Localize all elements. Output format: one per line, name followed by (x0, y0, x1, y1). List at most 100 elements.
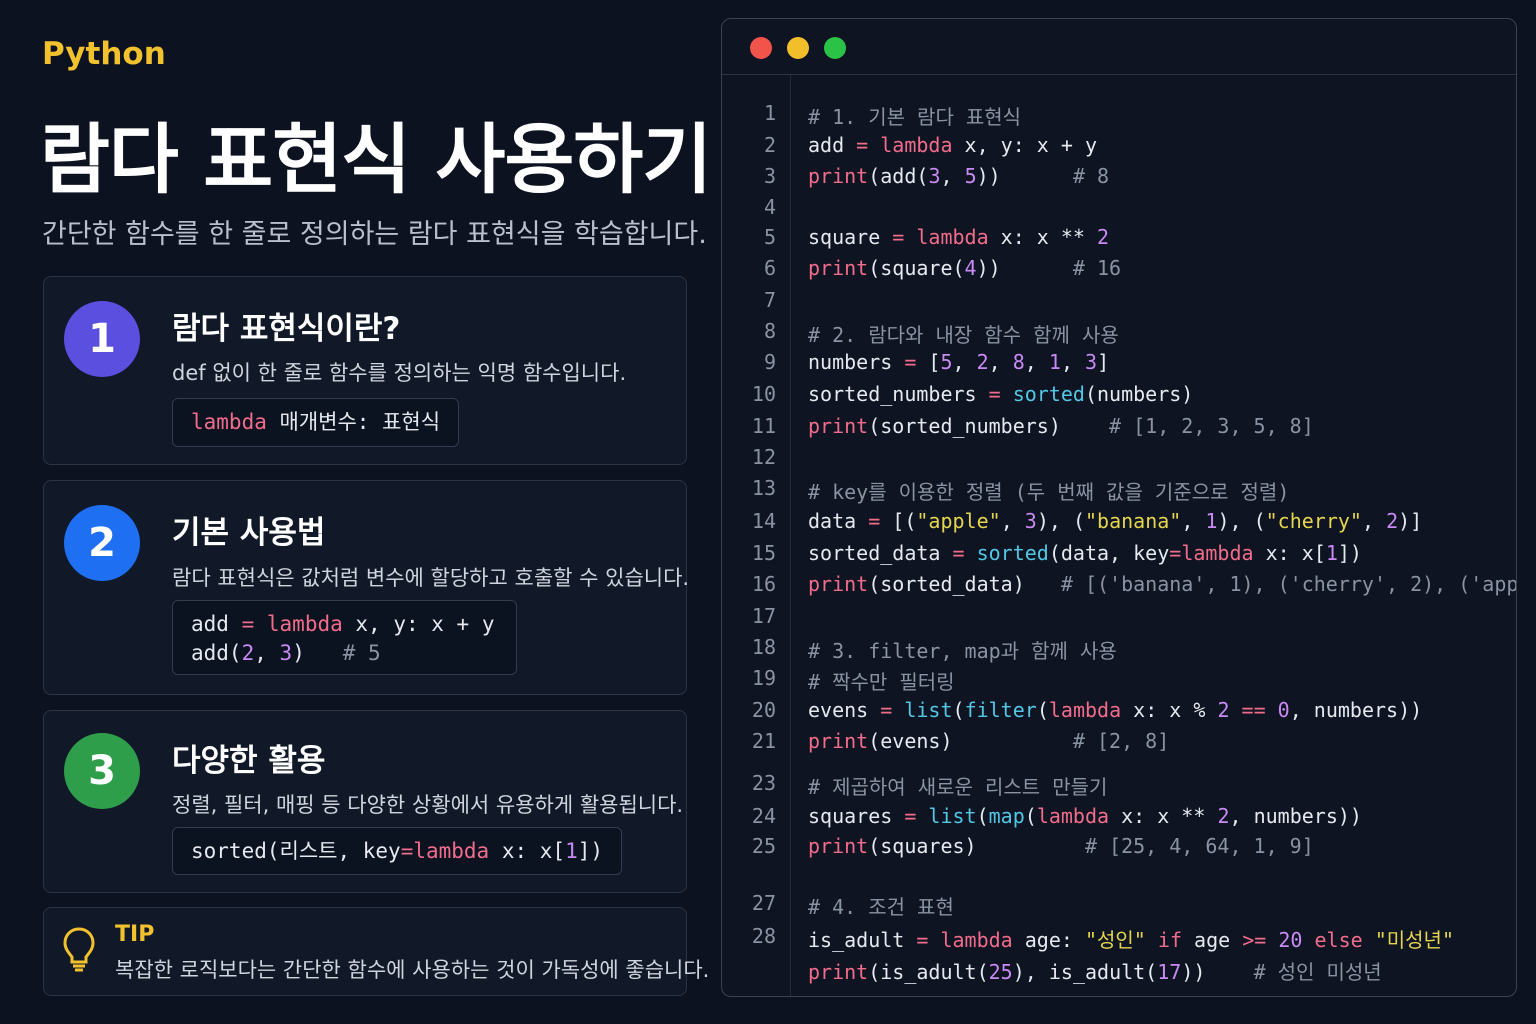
line-number: 20 (751, 698, 776, 722)
code-token: print (808, 256, 869, 280)
code-token: 2 (241, 641, 255, 665)
code-token: if (1157, 928, 1182, 952)
code-line[interactable]: print(sorted_data) # [('banana', 1), ('c… (808, 572, 1516, 596)
card-various-uses: 3 다양한 활용 정렬, 필터, 매핑 등 다양한 상황에서 유용하게 활용됩니… (43, 710, 687, 893)
line-number: 18 (751, 635, 776, 659)
code-token: 3 (1024, 509, 1037, 533)
code-token: 2 (1217, 698, 1230, 722)
line-number: 25 (751, 834, 776, 858)
code-token: add( (191, 641, 242, 665)
code-token: 2 (976, 350, 989, 374)
line-number: 13 (751, 476, 776, 500)
code-line[interactable]: # 2. 람다와 내장 함수 함께 사용 (808, 319, 1119, 348)
code-token: (evens) (868, 729, 1073, 753)
code-token: lambda (1036, 804, 1110, 828)
minimize-window-button[interactable] (787, 37, 809, 59)
code-token: lambda (191, 410, 267, 434)
code-line[interactable]: # 1. 기본 람다 표현식 (808, 101, 1021, 130)
code-token: 25 (988, 960, 1013, 984)
code-line[interactable]: print(is_adult(25), is_adult(17)) # 성인 미… (808, 956, 1382, 985)
code-token: # 1. 기본 람다 표현식 (808, 105, 1022, 129)
code-token: ), is_adult( (1012, 960, 1158, 984)
code-token: lambda (1048, 698, 1122, 722)
code-token: = (904, 350, 917, 374)
code-token: filter (964, 698, 1037, 722)
code-token: = (241, 612, 255, 636)
code-token: ]) (1337, 541, 1362, 565)
code-token: x: x[ (489, 839, 566, 863)
code-token: lambda (413, 839, 490, 863)
code-line[interactable]: # 3. filter, map과 함께 사용 (808, 635, 1117, 664)
code-snippet: add = lambda x, y: x + y add(2, 3) # 5 (172, 600, 517, 675)
code-token: # 16 (1072, 256, 1122, 280)
code-token: # 4. 조건 표현 (808, 895, 954, 919)
code-token: age: (1012, 928, 1085, 952)
code-line[interactable]: # 짝수만 필터링 (808, 666, 955, 695)
code-token: = (892, 225, 905, 249)
window-titlebar (722, 19, 1516, 75)
code-token: 4 (964, 256, 977, 280)
code-line[interactable]: print(add(3, 5)) # 8 (808, 164, 1109, 188)
code-token: 3 (928, 164, 941, 188)
code-token: == (1241, 698, 1266, 722)
code-token: x: x % (1121, 698, 1218, 722)
code-line[interactable]: # 4. 조건 표현 (808, 891, 954, 920)
card-title: 다양한 활용 (172, 743, 326, 779)
code-line[interactable]: is_adult = lambda age: "성인" if age >= 20… (808, 924, 1454, 953)
code-token: add (191, 612, 242, 636)
gutter-divider (790, 75, 791, 996)
code-snippet: sorted(리스트, key=lambda x: x[1]) (172, 827, 623, 875)
close-window-button[interactable] (750, 37, 772, 59)
code-token: 3 (279, 641, 293, 665)
code-token: sorted(리스트, key (191, 839, 401, 863)
code-token: (is_adult( (868, 960, 989, 984)
code-line[interactable]: print(squares) # [25, 4, 64, 1, 9] (808, 834, 1314, 858)
code-token: , (1361, 509, 1387, 533)
code-token: numbers (808, 350, 905, 374)
code-token: ]) (577, 839, 604, 863)
maximize-window-button[interactable] (824, 37, 846, 59)
code-token: 5 (940, 350, 953, 374)
code-token: print (808, 414, 869, 438)
line-number: 17 (751, 604, 776, 628)
code-token: x: x ** (988, 225, 1098, 249)
code-line[interactable]: # key를 이용한 정렬 (두 번째 값을 기준으로 정렬) (808, 476, 1289, 505)
code-line[interactable]: data = [("apple", 3), ("banana", 1), ("c… (808, 509, 1422, 533)
code-token: (data, key (1048, 541, 1170, 565)
tip-text: 복잡한 로직보다는 간단한 함수에 사용하는 것이 가독성에 좋습니다. (115, 958, 710, 982)
code-line[interactable]: print(square(4)) # 16 (808, 256, 1121, 280)
line-number: 11 (751, 414, 776, 438)
code-line[interactable]: add = lambda x, y: x + y (808, 133, 1097, 157)
code-token: = (1169, 541, 1182, 565)
code-token: 8 (1012, 350, 1025, 374)
code-line[interactable]: sorted_data = sorted(data, key=lambda x:… (808, 541, 1362, 565)
code-token: (sorted_data) (868, 572, 1061, 596)
code-token: "apple" (916, 509, 1001, 533)
language-tag: Python (42, 36, 166, 72)
page-subtitle: 간단한 함수를 한 줄로 정의하는 람다 표현식을 학습합니다. (42, 219, 707, 250)
code-token: = (868, 509, 881, 533)
code-line[interactable]: sorted_numbers = sorted(numbers) (808, 382, 1193, 406)
code-line[interactable]: print(sorted_numbers) # [1, 2, 3, 5, 8] (808, 414, 1314, 438)
code-token: age (1182, 928, 1243, 952)
code-line[interactable]: print(evens) # [2, 8] (808, 729, 1169, 753)
code-token: # 8 (1072, 164, 1110, 188)
code-line[interactable]: # 제곱하여 새로운 리스트 만들기 (808, 771, 1107, 800)
line-number: 23 (751, 771, 776, 795)
code-line[interactable]: square = lambda x: x ** 2 (808, 225, 1109, 249)
code-token: ] (1097, 350, 1110, 374)
code-token: add (808, 133, 857, 157)
code-token: (add( (868, 164, 929, 188)
line-number: 16 (751, 572, 776, 596)
code-token: = (952, 541, 965, 565)
code-token: , (1024, 350, 1049, 374)
code-line[interactable]: evens = list(filter(lambda x: x % 2 == 0… (808, 698, 1422, 722)
code-token: = (880, 698, 893, 722)
code-token: # [1, 2, 3, 5, 8] (1109, 414, 1314, 438)
code-line[interactable]: squares = list(map(lambda x: x ** 2, num… (808, 804, 1362, 828)
code-line[interactable]: numbers = [5, 2, 8, 1, 3] (808, 350, 1109, 374)
